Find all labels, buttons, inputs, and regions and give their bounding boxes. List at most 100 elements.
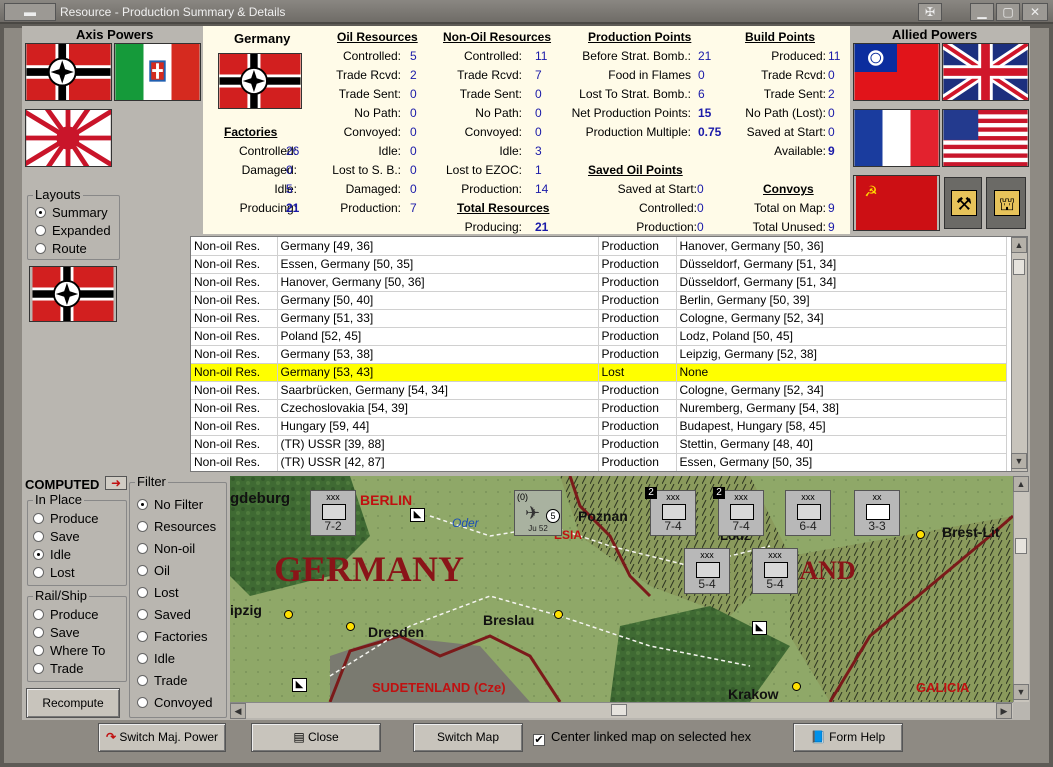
filter-option-radio[interactable]: Factories — [137, 629, 207, 644]
unit-counter[interactable]: xxx 6-4 — [785, 490, 831, 536]
table-cell: Düsseldorf, Germany [51, 34] — [676, 273, 1007, 292]
inplace-idle-radio[interactable]: Idle — [33, 547, 71, 562]
switch-major-power-button[interactable]: ↷ Switch Maj. Power — [98, 723, 226, 752]
summary-row-label: Before Strat. Bomb.: — [582, 49, 691, 63]
france-flag-button[interactable] — [853, 109, 940, 167]
inplace-save-radio[interactable]: Save — [33, 529, 80, 544]
filter-option-radio[interactable]: Oil — [137, 563, 170, 578]
table-row[interactable]: Non-oil Res. Essen, Germany [50, 35] Produ… — [191, 255, 1007, 274]
uk-flag-icon — [943, 44, 1028, 100]
unit-counter[interactable]: xxx 7-2 — [310, 490, 356, 536]
table-cell: Non-oil Res. — [191, 345, 278, 364]
hq-counter[interactable]: xx 3-3 — [854, 490, 900, 536]
map-horizontal-scrollbar[interactable]: ◀ ▶ — [230, 702, 1013, 719]
table-row[interactable]: Non-oil Res. (TR) USSR [39, 88] Production… — [191, 435, 1007, 454]
radio-label: Produce — [50, 511, 99, 526]
unit-counter[interactable]: 2 xxx 7-4 — [645, 487, 696, 536]
table-row[interactable]: Non-oil Res. Hanover, Germany [50, 36] Pro… — [191, 273, 1007, 292]
scroll-down-icon[interactable]: ▼ — [1013, 684, 1029, 700]
checkbox-label: Center linked map on selected hex — [551, 729, 752, 744]
summary-row-value: 0 — [410, 125, 417, 139]
table-cell: Production — [598, 237, 677, 256]
radio-icon — [33, 645, 44, 656]
scroll-left-icon[interactable]: ◀ — [230, 703, 246, 719]
table-row[interactable]: Non-oil Res. Hungary [59, 44] Production Bu… — [191, 417, 1007, 436]
unit-counter[interactable]: 2 xxx 7-4 — [713, 487, 764, 536]
close-button[interactable]: ▤ Close — [251, 723, 381, 752]
map-vertical-scrollbar[interactable]: ▲ ▼ — [1013, 476, 1029, 702]
minimize-button[interactable]: ▁ — [970, 3, 994, 21]
axis-powers-title: Axis Powers — [76, 27, 154, 42]
uk-flag-button[interactable] — [942, 43, 1029, 101]
scroll-thumb[interactable] — [611, 704, 627, 716]
table-cell: Lodz, Poland [50, 45] — [676, 327, 1007, 346]
table-vertical-scrollbar[interactable]: ▲ ▼ — [1011, 237, 1027, 471]
summary-row-value: 26 — [286, 144, 300, 158]
filter-option-radio[interactable]: Idle — [137, 651, 175, 666]
summary-row-value: 0 — [286, 163, 293, 177]
center-linked-map-checkbox[interactable]: ✔ Center linked map on selected hex — [533, 729, 751, 746]
scroll-up-icon[interactable]: ▲ — [1013, 476, 1029, 492]
switch-map-button[interactable]: Switch Map — [413, 723, 523, 752]
inplace-produce-radio[interactable]: Produce — [33, 511, 98, 526]
close-window-button[interactable]: ✕ — [1022, 3, 1048, 21]
table-row[interactable]: Non-oil Res. Germany [49, 36] Production Ha… — [191, 237, 1007, 256]
germany-flag-button[interactable] — [25, 43, 112, 101]
layout-expanded-radio[interactable]: Expanded — [35, 223, 111, 238]
filter-option-radio[interactable]: Saved — [137, 607, 191, 622]
maximize-button[interactable]: ▢ — [996, 3, 1020, 21]
arrow-right-icon[interactable]: ➜ — [105, 476, 127, 490]
scroll-thumb[interactable] — [1013, 259, 1025, 275]
summary-row-value: 21 — [286, 201, 300, 215]
china-flag-icon — [854, 44, 939, 100]
air-unit-counter[interactable]: (0) ✈ Ju 52 5 — [514, 490, 562, 536]
scroll-up-icon[interactable]: ▲ — [1011, 237, 1027, 253]
summary-row-value: 2 — [828, 87, 835, 101]
italy-flag-button[interactable] — [114, 43, 201, 101]
summary-row-label: Trade Rcvd: — [761, 68, 826, 82]
scroll-thumb[interactable] — [1015, 538, 1027, 554]
unit-counter[interactable]: xxx 5-4 — [684, 548, 730, 594]
filter-option-radio[interactable]: No Filter — [137, 497, 203, 512]
layout-route-radio[interactable]: Route — [35, 241, 87, 256]
railship-save-radio[interactable]: Save — [33, 625, 80, 640]
linked-map[interactable]: gdeburg BERLIN Oder Poznan ESIA Lodz GER… — [230, 476, 1013, 702]
table-row[interactable]: Non-oil Res. Germany [53, 38] Production Le… — [191, 345, 1007, 364]
summary-row-value: 21 — [535, 220, 549, 234]
resource-table[interactable]: Non-oil Res. Germany [49, 36] Production Ha… — [190, 236, 1028, 472]
form-help-button[interactable]: 📘 Form Help — [793, 723, 903, 752]
resource-hammer-icon[interactable]: ⚒ — [944, 177, 982, 229]
oil-derrick-icon[interactable]: ⛫ — [986, 177, 1026, 229]
railship-produce-radio[interactable]: Produce — [33, 607, 98, 622]
filter-option-radio[interactable]: Non-oil — [137, 541, 195, 556]
table-row[interactable]: Non-oil Res. Czechoslovakia [54, 39] Produ… — [191, 399, 1007, 418]
scroll-right-icon[interactable]: ▶ — [996, 703, 1012, 719]
inplace-lost-radio[interactable]: Lost — [33, 565, 75, 580]
table-row[interactable]: Non-oil Res. Germany [50, 40] Production Be… — [191, 291, 1007, 310]
table-cell: Budapest, Hungary [58, 45] — [676, 417, 1007, 436]
scroll-down-icon[interactable]: ▼ — [1011, 453, 1027, 469]
ussr-flag-button[interactable]: ☭ — [853, 175, 940, 231]
filter-option-radio[interactable]: Lost — [137, 585, 179, 600]
system-menu-button[interactable]: ▬ — [4, 3, 56, 21]
filter-option-radio[interactable]: Resources — [137, 519, 216, 534]
usa-flag-button[interactable] — [942, 109, 1029, 167]
layout-summary-radio[interactable]: Summary — [35, 205, 108, 220]
railship-trade-radio[interactable]: Trade — [33, 661, 83, 676]
summary-row-value: 0 — [698, 68, 705, 82]
table-row[interactable]: Non-oil Res. Germany [51, 33] Production Co… — [191, 309, 1007, 328]
filter-option-radio[interactable]: Convoyed — [137, 695, 213, 710]
japan-flag-button[interactable] — [25, 109, 112, 167]
table-row[interactable]: Non-oil Res. (TR) USSR [42, 87] Production… — [191, 453, 1007, 471]
table-cell: Non-oil Res. — [191, 309, 278, 328]
table-row[interactable]: Non-oil Res. Saarbrücken, Germany [54, 34… — [191, 381, 1007, 400]
recompute-button[interactable]: Recompute — [26, 688, 120, 718]
railship-where-to-radio[interactable]: Where To — [33, 643, 105, 658]
radio-icon — [35, 243, 46, 254]
filter-option-radio[interactable]: Trade — [137, 673, 187, 688]
table-row[interactable]: Non-oil Res. Germany [53, 43] Lost None — [191, 363, 1007, 382]
table-row[interactable]: Non-oil Res. Poland [52, 45] Production Lod… — [191, 327, 1007, 346]
summary-row-value: 11 — [535, 49, 548, 63]
unit-counter[interactable]: xxx 5-4 — [752, 548, 798, 594]
china-flag-button[interactable] — [853, 43, 940, 101]
